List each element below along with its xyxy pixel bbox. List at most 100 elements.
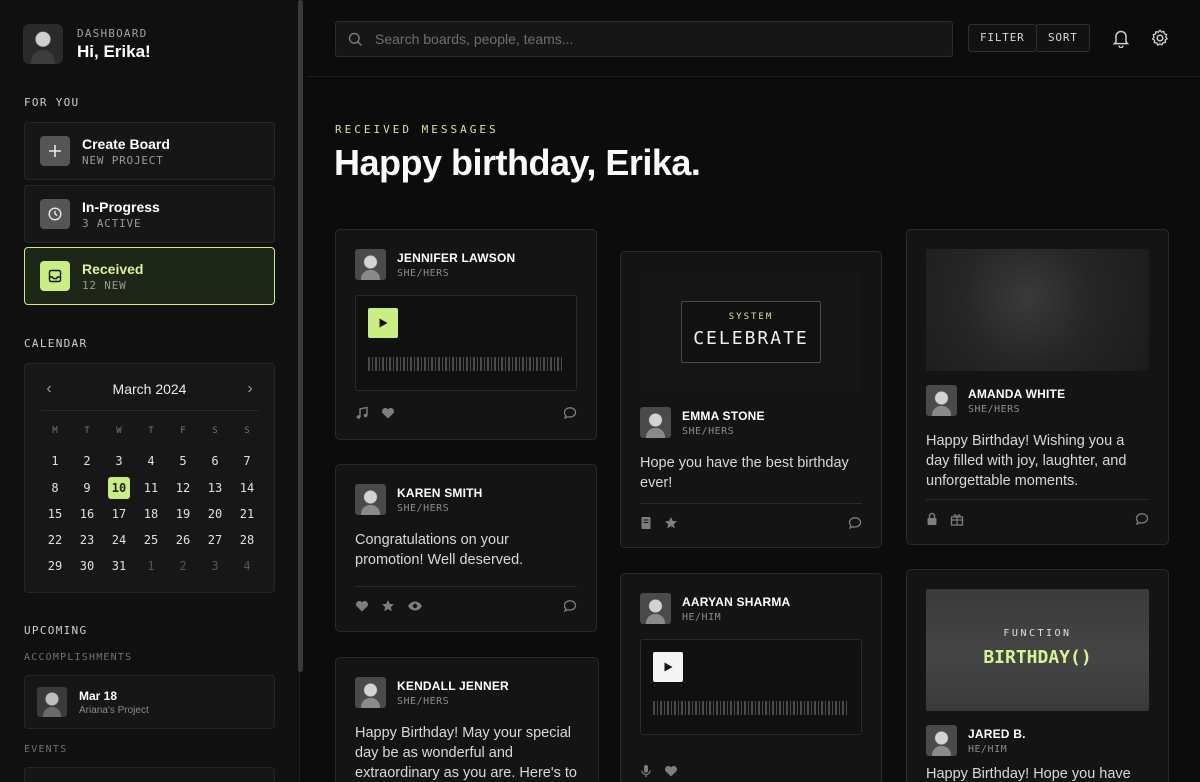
- star-icon[interactable]: [381, 599, 395, 613]
- comment-icon[interactable]: [1135, 512, 1149, 526]
- event-card[interactable]: [24, 767, 275, 782]
- waveform-bar: [712, 701, 714, 715]
- calendar-day[interactable]: 5: [167, 448, 199, 474]
- calendar-day[interactable]: 1: [135, 553, 167, 579]
- calendar-day[interactable]: 1: [39, 448, 71, 474]
- eye-icon[interactable]: [407, 599, 423, 613]
- accomplishment-card[interactable]: Mar 18 Ariana's Project: [24, 675, 275, 729]
- calendar-day[interactable]: 21: [231, 501, 263, 527]
- gear-icon[interactable]: [1150, 28, 1170, 48]
- calendar-day[interactable]: 19: [167, 501, 199, 527]
- calendar-day[interactable]: 16: [71, 501, 103, 527]
- calendar-day[interactable]: 17: [103, 501, 135, 527]
- filter-button[interactable]: FILTER: [968, 24, 1037, 52]
- sidebar: DASHBOARD Hi, Erika! FOR YOU Create Boar…: [0, 0, 303, 782]
- calendar-day[interactable]: 30: [71, 553, 103, 579]
- comment-icon[interactable]: [848, 516, 862, 530]
- message-card-aaryan[interactable]: AARYAN SHARMA HE/HIM: [620, 573, 882, 782]
- message-card-emma[interactable]: SYSTEM CELEBRATE EMMA STONE SHE/HERS Hop…: [620, 251, 882, 548]
- message-card-jennifer[interactable]: JENNIFER LAWSON SHE/HERS: [335, 229, 597, 440]
- waveform-bar: [667, 701, 669, 715]
- chevron-right-icon[interactable]: ›: [242, 380, 258, 398]
- calendar-day[interactable]: 29: [39, 553, 71, 579]
- search-bar[interactable]: [335, 21, 953, 57]
- waveform-bar: [529, 357, 531, 371]
- avatar: [926, 725, 957, 756]
- waveform-bar: [441, 357, 443, 371]
- calendar-day[interactable]: 15: [39, 501, 71, 527]
- calendar-day[interactable]: 11: [135, 475, 167, 501]
- calendar-day[interactable]: 24: [103, 527, 135, 553]
- calendar-day[interactable]: 22: [39, 527, 71, 553]
- calendar-day[interactable]: 4: [135, 448, 167, 474]
- author-name: KAREN SMITH: [397, 485, 483, 500]
- media-preview[interactable]: SYSTEM CELEBRATE: [640, 272, 862, 392]
- confetti-image[interactable]: [926, 249, 1149, 371]
- gift-icon[interactable]: [950, 512, 964, 526]
- calendar-day[interactable]: 12: [167, 475, 199, 501]
- calendar-day[interactable]: 23: [71, 527, 103, 553]
- calendar-day[interactable]: 13: [199, 475, 231, 501]
- sidebar-scrollbar[interactable]: [298, 0, 303, 672]
- calendar-day[interactable]: 14: [231, 475, 263, 501]
- comment-icon[interactable]: [563, 406, 577, 420]
- waveform-bar: [793, 701, 795, 715]
- calendar-day[interactable]: 31: [103, 553, 135, 579]
- waveform-bar: [406, 357, 408, 371]
- message-card-kendall[interactable]: KENDALL JENNER SHE/HERS Happy Birthday! …: [335, 657, 599, 782]
- calendar-day[interactable]: 6: [199, 448, 231, 474]
- comment-icon[interactable]: [563, 599, 577, 613]
- calendar-day[interactable]: 8: [39, 475, 71, 501]
- calendar-day[interactable]: 2: [167, 553, 199, 579]
- greeting: Hi, Erika!: [77, 41, 151, 61]
- star-icon[interactable]: [664, 516, 678, 530]
- nav-create-board[interactable]: Create Board NEW PROJECT: [24, 122, 275, 180]
- calendar-day[interactable]: 27: [199, 527, 231, 553]
- waveform-bar: [445, 357, 447, 371]
- heart-icon[interactable]: [355, 599, 369, 613]
- message-card-jared[interactable]: FUNCTION BIRTHDAY() JARED B. HE/HIM Happ…: [906, 569, 1169, 782]
- avatar[interactable]: [23, 24, 63, 64]
- author-pronouns: HE/HIM: [968, 743, 1008, 755]
- calendar-day[interactable]: 4: [231, 553, 263, 579]
- play-button[interactable]: [653, 652, 683, 682]
- card-author: KENDALL JENNER SHE/HERS: [355, 677, 509, 708]
- waveform-bar: [385, 357, 387, 371]
- waveform-bar: [431, 357, 433, 371]
- search-input[interactable]: [375, 31, 935, 47]
- calendar-day[interactable]: 25: [135, 527, 167, 553]
- waveform-bar: [483, 357, 485, 371]
- waveform-bar: [782, 701, 784, 715]
- waveform: [368, 356, 564, 372]
- waveform-bar: [845, 701, 847, 715]
- event-date: Mar 18: [79, 688, 118, 703]
- calendar-day[interactable]: 2: [71, 448, 103, 474]
- calendar-day[interactable]: 26: [167, 527, 199, 553]
- calendar-day[interactable]: 18: [135, 501, 167, 527]
- calendar-day[interactable]: 7: [231, 448, 263, 474]
- calendar-day[interactable]: 3: [199, 553, 231, 579]
- message-card-karen[interactable]: KAREN SMITH SHE/HERS Congratulations on …: [335, 464, 597, 632]
- calendar-day[interactable]: 9: [71, 475, 103, 501]
- nav-in-progress[interactable]: In-Progress 3 ACTIVE: [24, 185, 275, 243]
- calendar-day-today[interactable]: 10: [103, 475, 135, 501]
- message-text: Happy Birthday! Wishing you a day filled…: [926, 433, 1127, 489]
- heart-icon[interactable]: [664, 764, 678, 778]
- calendar-day[interactable]: 28: [231, 527, 263, 553]
- calendar-day[interactable]: 3: [103, 448, 135, 474]
- play-button[interactable]: [368, 308, 398, 338]
- message-card-amanda[interactable]: AMANDA WHITE SHE/HERS Happy Birthday! Wi…: [906, 229, 1169, 545]
- chevron-left-icon[interactable]: ‹: [41, 380, 57, 398]
- bell-icon[interactable]: [1112, 28, 1132, 49]
- sort-button[interactable]: SORT: [1036, 24, 1090, 52]
- waveform-bar: [543, 357, 545, 371]
- nav-received[interactable]: Received 12 NEW: [24, 247, 275, 305]
- waveform-bar: [389, 357, 391, 371]
- lock-icon[interactable]: [926, 512, 938, 526]
- music-note-icon[interactable]: [355, 406, 369, 420]
- microphone-icon[interactable]: [640, 764, 652, 778]
- calendar-day[interactable]: 20: [199, 501, 231, 527]
- heart-icon[interactable]: [381, 406, 395, 420]
- media-preview[interactable]: FUNCTION BIRTHDAY(): [926, 589, 1149, 711]
- document-icon[interactable]: [640, 516, 652, 530]
